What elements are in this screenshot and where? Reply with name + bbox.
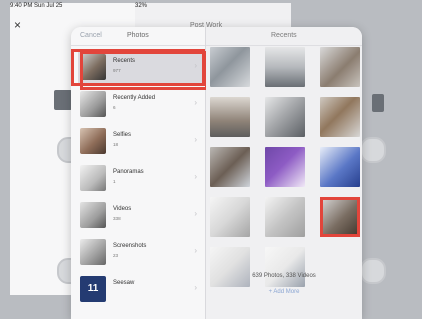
recents-header: Recents	[206, 27, 362, 46]
add-more-button[interactable]: + Add More	[206, 289, 362, 295]
photo-thumbnail[interactable]	[265, 47, 305, 87]
photo-thumbnail[interactable]	[210, 247, 250, 287]
album-count: 23	[113, 253, 119, 258]
chevron-right-icon: ›	[194, 172, 197, 181]
photo-thumbnail[interactable]	[210, 147, 250, 187]
photo-thumbnail[interactable]	[210, 197, 250, 237]
album-name: Recents	[113, 58, 136, 64]
background-pill	[360, 258, 386, 284]
album-list-panel: Cancel Photos Recents 977 › Recently Add…	[71, 27, 208, 319]
background-shape	[54, 90, 72, 110]
album-item-panoramas[interactable]: Panoramas 1 ›	[78, 160, 204, 197]
photo-grid	[210, 47, 360, 287]
album-item-seesaw[interactable]: 11 Seesaw ›	[78, 271, 204, 308]
background-pill	[360, 137, 386, 163]
album-item-recents[interactable]: Recents 977 ›	[78, 49, 208, 90]
chevron-right-icon: ›	[194, 135, 197, 144]
album-item-recently-added[interactable]: Recently Added 6 ›	[78, 86, 204, 123]
album-item-selfies[interactable]: Selfies 18 ›	[78, 123, 204, 160]
close-icon[interactable]: ×	[14, 18, 21, 32]
album-name: Recently Added	[113, 95, 156, 101]
chevron-right-icon: ›	[194, 246, 197, 255]
status-bar: 9:40 PM Sun Jul 25 32%	[0, 0, 422, 295]
chevron-right-icon: ›	[194, 61, 197, 70]
photo-thumbnail[interactable]	[265, 97, 305, 137]
album-thumbnail	[80, 239, 106, 265]
album-count: 977	[113, 68, 121, 73]
album-thumbnail	[80, 54, 106, 80]
chevron-right-icon: ›	[194, 283, 197, 292]
album-name: Seesaw	[113, 280, 135, 286]
photo-summary: 639 Photos, 338 Videos	[252, 273, 316, 279]
chevron-right-icon: ›	[194, 98, 197, 107]
photo-thumbnail[interactable]	[265, 247, 305, 287]
photo-thumbnail[interactable]	[320, 97, 360, 137]
recents-panel: Recents 639 Photos, 338 Videos + Add Mor…	[206, 27, 362, 319]
album-item-videos[interactable]: Videos 338 ›	[78, 197, 204, 234]
chevron-right-icon: ›	[194, 209, 197, 218]
photo-thumbnail[interactable]	[210, 47, 250, 87]
photo-thumbnail[interactable]	[320, 147, 360, 187]
album-count: 6	[113, 105, 116, 110]
album-count: 18	[113, 142, 119, 147]
album-name: Panoramas	[113, 169, 144, 175]
photo-thumbnail[interactable]	[265, 197, 305, 237]
photos-title: Photos	[127, 32, 149, 39]
seesaw-app-icon: 11	[80, 276, 106, 302]
selected-photo-highlight	[320, 197, 360, 237]
album-thumbnail	[80, 202, 106, 228]
cancel-button[interactable]: Cancel	[80, 32, 102, 39]
photo-thumbnail[interactable]	[265, 147, 305, 187]
album-thumbnail	[80, 128, 106, 154]
album-item-screenshots[interactable]: Screenshots 23 ›	[78, 234, 204, 271]
album-name: Videos	[113, 206, 132, 212]
recents-title: Recents	[271, 32, 297, 39]
photo-picker-sheet: Cancel Photos Recents 977 › Recently Add…	[71, 27, 362, 319]
photo-thumbnail[interactable]	[210, 97, 250, 137]
album-count: 338	[113, 216, 121, 221]
album-thumbnail	[80, 165, 106, 191]
album-count: 1	[113, 179, 116, 184]
album-list-header: Cancel Photos	[71, 27, 205, 46]
album-thumbnail	[80, 91, 106, 117]
background-shape	[372, 94, 384, 112]
album-name: Selfies	[113, 132, 132, 138]
photo-thumbnail[interactable]	[320, 47, 360, 87]
album-name: Screenshots	[113, 243, 147, 249]
